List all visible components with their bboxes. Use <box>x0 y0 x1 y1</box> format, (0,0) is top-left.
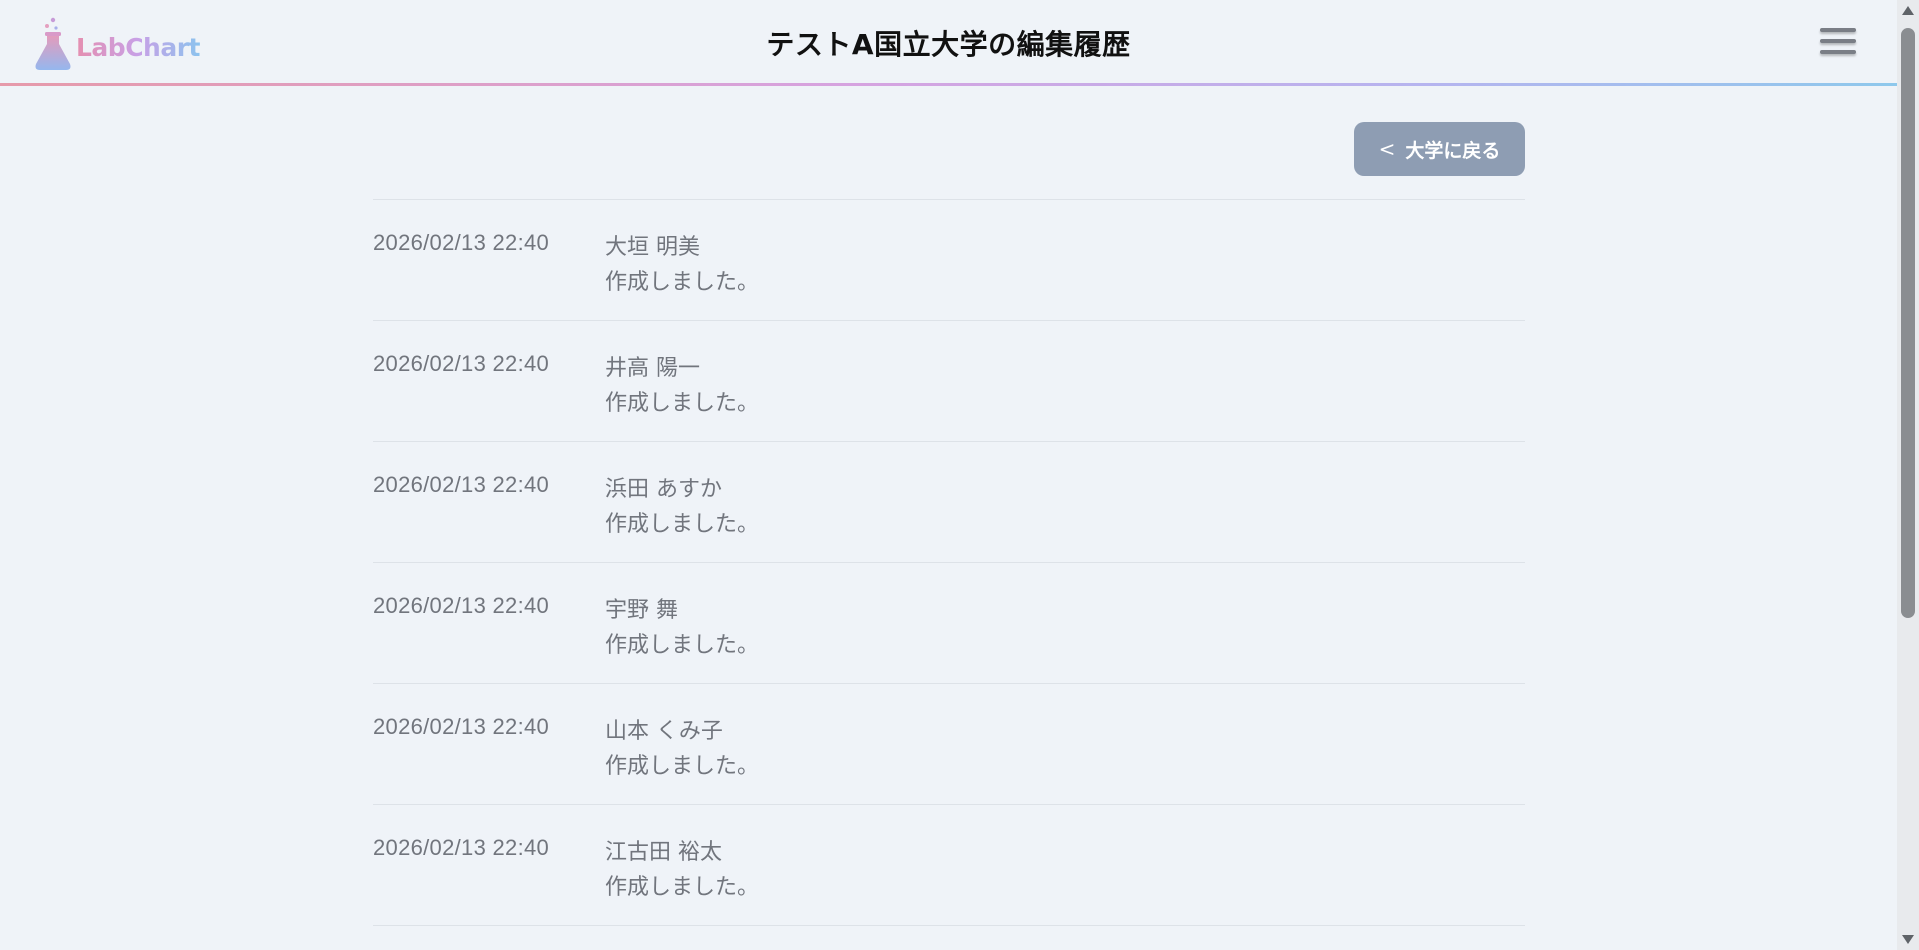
history-action: 作成しました。 <box>605 633 760 658</box>
history-user: 浜田 あすか <box>605 477 722 502</box>
history-user: 江古田 裕太 <box>605 840 722 865</box>
history-row: 2026/02/13 22:40 山本 くみ子 作成しました。 <box>373 684 1525 805</box>
history-user: 宇野 舞 <box>605 598 678 623</box>
menu-bar <box>1820 28 1856 32</box>
app-header: LabChart テストA国立大学の編集履歴 <box>0 0 1897 83</box>
history-action: 作成しました。 <box>605 270 760 295</box>
history-timestamp: 2026/02/13 22:40 <box>373 230 550 255</box>
history-action: 作成しました。 <box>605 754 760 779</box>
history-row: 2026/02/13 22:40 浜田 あすか 作成しました。 <box>373 442 1525 563</box>
history-timestamp: 2026/02/13 22:40 <box>373 835 550 860</box>
history-timestamp: 2026/02/13 22:40 <box>373 714 550 739</box>
history-timestamp: 2026/02/13 22:40 <box>373 593 550 618</box>
scroll-down-arrow-icon[interactable] <box>1902 935 1914 944</box>
history-action: 作成しました。 <box>605 512 760 537</box>
history-row: 2026/02/13 22:40 井高 陽一 作成しました。 <box>373 321 1525 442</box>
back-to-university-button[interactable]: < 大学に戻る <box>1354 122 1525 176</box>
hamburger-menu-icon[interactable] <box>1820 26 1856 58</box>
menu-bar <box>1820 50 1856 54</box>
history-user: 大垣 明美 <box>605 235 700 260</box>
history-row: 2026/02/13 22:40 大垣 明美 作成しました。 <box>373 200 1525 321</box>
scroll-up-arrow-icon[interactable] <box>1902 6 1914 15</box>
page: LabChart テストA国立大学の編集履歴 < 大学に戻る 2026/02/1… <box>0 0 1919 950</box>
history-timestamp: 2026/02/13 22:40 <box>373 351 550 376</box>
scrollbar-thumb[interactable] <box>1901 28 1915 618</box>
history-action: 作成しました。 <box>605 875 760 900</box>
page-title: テストA国立大学の編集履歴 <box>766 28 1131 61</box>
chevron-left-icon: < <box>1378 137 1396 161</box>
history-action: 作成しました。 <box>605 391 760 416</box>
header-gradient-divider <box>0 83 1897 86</box>
vertical-scrollbar[interactable] <box>1897 0 1919 950</box>
history-timestamp: 2026/02/13 22:40 <box>373 472 550 497</box>
history-user: 井高 陽一 <box>605 356 700 381</box>
history-user: 山本 くみ子 <box>605 719 723 744</box>
back-button-label: 大学に戻る <box>1405 139 1501 162</box>
menu-bar <box>1820 39 1856 43</box>
history-row: 2026/02/13 22:40 宇野 舞 作成しました。 <box>373 563 1525 684</box>
edit-history-list: 2026/02/13 22:40 大垣 明美 作成しました。 2026/02/1… <box>373 199 1525 926</box>
history-row: 2026/02/13 22:40 江古田 裕太 作成しました。 <box>373 805 1525 926</box>
